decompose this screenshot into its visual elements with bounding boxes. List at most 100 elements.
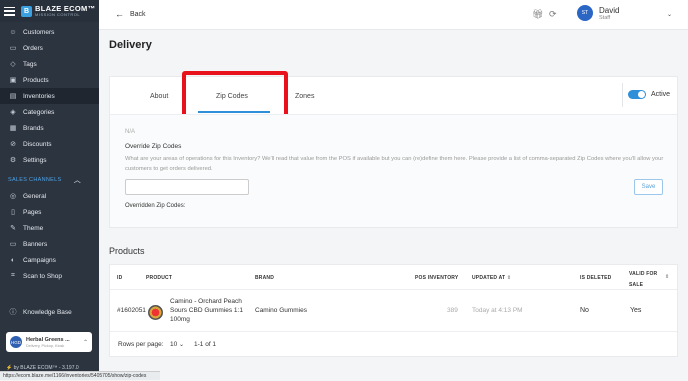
user-menu[interactable]: ST David Staff bbox=[577, 5, 619, 21]
refresh-icon[interactable]: ⟳ bbox=[549, 9, 557, 20]
cell-is-deleted: No bbox=[580, 307, 589, 314]
save-button[interactable]: Save bbox=[634, 179, 663, 195]
sidebar-item-settings[interactable]: ⚙ Settings bbox=[0, 152, 99, 168]
sidebar-item-tags[interactable]: ◇ Tags bbox=[0, 56, 99, 72]
campaign-icon: ◐ bbox=[10, 256, 16, 264]
gift-icon[interactable]: 🎁︎ bbox=[532, 9, 543, 20]
cell-id: #1602051 bbox=[117, 307, 146, 314]
sort-icon[interactable]: ⇕ bbox=[507, 275, 511, 281]
column-header-updated-at[interactable]: UPDATED AT ⇕ bbox=[472, 275, 511, 281]
column-header-product[interactable]: PRODUCT bbox=[146, 275, 172, 281]
page-icon: ▯ bbox=[11, 209, 15, 216]
blaze-logo-icon: B bbox=[21, 5, 32, 17]
divider bbox=[110, 331, 677, 332]
sidebar-item-label: Products bbox=[23, 76, 49, 84]
banner-icon: ▭ bbox=[9, 241, 17, 248]
sidebar-item-label: Banners bbox=[23, 240, 48, 248]
sidebar-item-general[interactable]: ◎ General bbox=[0, 188, 99, 204]
product-image bbox=[148, 305, 163, 320]
categories-icon: ◈ bbox=[10, 109, 16, 116]
cell-valid-for-sale: Yes bbox=[630, 307, 642, 314]
cell-brand: Camino Gummies bbox=[255, 307, 308, 314]
product-name-line: Camino - Orchard Peach bbox=[170, 298, 242, 305]
sidebar: B BLAZE ECOM™ MISSION CONTROL ☺ Customers… bbox=[0, 0, 99, 380]
sidebar-item-knowledge-base[interactable]: ⓘ Knowledge Base bbox=[0, 304, 99, 320]
na-label: N/A bbox=[125, 129, 136, 135]
sidebar-item-label: Orders bbox=[23, 44, 43, 52]
sidebar-item-label: Brands bbox=[23, 124, 44, 132]
sidebar-item-discounts[interactable]: ⊘ Discounts bbox=[0, 136, 99, 152]
sidebar-item-label: Categories bbox=[23, 108, 55, 116]
products-table: ID PRODUCT BRAND POS INVENTORY UPDATED A… bbox=[109, 264, 678, 357]
help-icon: ⓘ bbox=[9, 309, 17, 316]
orders-icon: ▭ bbox=[9, 45, 17, 52]
theme-icon: ✎ bbox=[10, 225, 16, 232]
chevron-down-icon[interactable]: ⌄ bbox=[667, 11, 672, 18]
column-header-is-deleted[interactable]: IS DELETED bbox=[580, 275, 611, 281]
cell-product: Camino - Orchard Peach Sours CBD Gummies… bbox=[170, 297, 243, 324]
back-button[interactable]: ← Back bbox=[115, 9, 146, 19]
override-zip-description: What are your areas of operations for th… bbox=[125, 156, 664, 172]
products-title: Products bbox=[109, 246, 145, 256]
pagination-range: 1-1 of 1 bbox=[194, 341, 217, 348]
tab-about[interactable]: About bbox=[150, 93, 168, 100]
back-label: Back bbox=[130, 10, 146, 18]
sidebar-item-inventories[interactable]: ▤ Inventories bbox=[0, 88, 99, 104]
sidebar-item-label: Settings bbox=[23, 156, 47, 164]
sidebar-item-theme[interactable]: ✎ Theme bbox=[0, 220, 99, 236]
sidebar-item-label: Inventories bbox=[23, 92, 55, 100]
user-role: Staff bbox=[599, 14, 611, 21]
globe-icon: ◎ bbox=[9, 193, 17, 200]
rows-per-page-label: Rows per page: bbox=[118, 341, 164, 348]
zip-codes-input[interactable] bbox=[125, 179, 249, 195]
delivery-card: About Zip Codes Zones Active N/A Overrid… bbox=[109, 71, 678, 228]
chevron-down-icon: ⌄ bbox=[179, 342, 185, 348]
store-avatar: HGD bbox=[10, 336, 22, 348]
sales-channels-header[interactable]: SALES CHANNELS ︿ bbox=[0, 172, 99, 188]
rows-per-page-select[interactable]: 10 ⌄ bbox=[170, 341, 184, 348]
arrow-left-icon: ← bbox=[115, 9, 124, 19]
sidebar-item-label: Pages bbox=[23, 208, 42, 216]
sidebar-item-categories[interactable]: ◈ Categories bbox=[0, 104, 99, 120]
product-name-line: Sours CBD Gummies 1:1 bbox=[170, 307, 243, 314]
cell-updated-at: Today at 4:13 PM bbox=[472, 307, 523, 314]
sidebar-item-label: Customers bbox=[23, 28, 55, 36]
column-header-id[interactable]: ID bbox=[117, 275, 122, 281]
gear-icon: ⚙ bbox=[9, 157, 17, 164]
sidebar-item-label: Campaigns bbox=[23, 256, 56, 264]
column-header-valid-for-sale[interactable]: VALID FOR SALE bbox=[629, 269, 661, 291]
avatar: ST bbox=[577, 5, 593, 21]
brand-name: BLAZE ECOM™ bbox=[35, 4, 96, 13]
sidebar-item-campaigns[interactable]: ◐ Campaigns bbox=[0, 252, 99, 268]
users-icon: ☺ bbox=[9, 28, 17, 36]
sidebar-item-label: Knowledge Base bbox=[23, 308, 72, 316]
store-name: Herbal Greens ... bbox=[26, 336, 70, 343]
sidebar-item-brands[interactable]: ▦ Brands bbox=[0, 120, 99, 136]
sort-icon[interactable]: ⇕ bbox=[665, 274, 669, 280]
menu-icon[interactable] bbox=[4, 6, 15, 16]
sidebar-item-label: Theme bbox=[23, 224, 44, 232]
tab-zones[interactable]: Zones bbox=[295, 93, 314, 100]
product-name-line: 100mg bbox=[170, 316, 190, 323]
sidebar-item-banners[interactable]: ▭ Banners bbox=[0, 236, 99, 252]
column-header-pos-inventory[interactable]: POS INVENTORY bbox=[415, 275, 458, 281]
user-name: David bbox=[599, 5, 620, 15]
status-url-tooltip: https://ecom.blaze.me/1166/inventories/5… bbox=[0, 371, 160, 380]
sidebar-item-label: Scan to Shop bbox=[23, 272, 63, 280]
discount-icon: ⊘ bbox=[10, 141, 16, 148]
clipboard-icon: ▤ bbox=[9, 93, 17, 100]
sidebar-item-label: Discounts bbox=[23, 140, 52, 148]
sidebar-item-products[interactable]: ▣ Products bbox=[0, 72, 99, 88]
sidebar-item-label: General bbox=[23, 192, 47, 200]
box-icon: ▣ bbox=[9, 77, 17, 84]
sidebar-item-orders[interactable]: ▭ Orders bbox=[0, 40, 99, 56]
store-selector[interactable]: HGD Herbal Greens ... Delivery, Pickup, … bbox=[6, 332, 92, 352]
tag-icon: ◇ bbox=[10, 61, 16, 68]
sidebar-item-customers[interactable]: ☺ Customers bbox=[0, 24, 99, 40]
active-toggle[interactable] bbox=[628, 90, 646, 99]
sidebar-item-pages[interactable]: ▯ Pages bbox=[0, 204, 99, 220]
chevron-up-icon: ︿ bbox=[73, 177, 81, 184]
scan-icon: ⌗ bbox=[11, 272, 15, 279]
column-header-brand[interactable]: BRAND bbox=[255, 275, 274, 281]
sidebar-item-scan-to-shop[interactable]: ⌗ Scan to Shop bbox=[0, 268, 99, 284]
